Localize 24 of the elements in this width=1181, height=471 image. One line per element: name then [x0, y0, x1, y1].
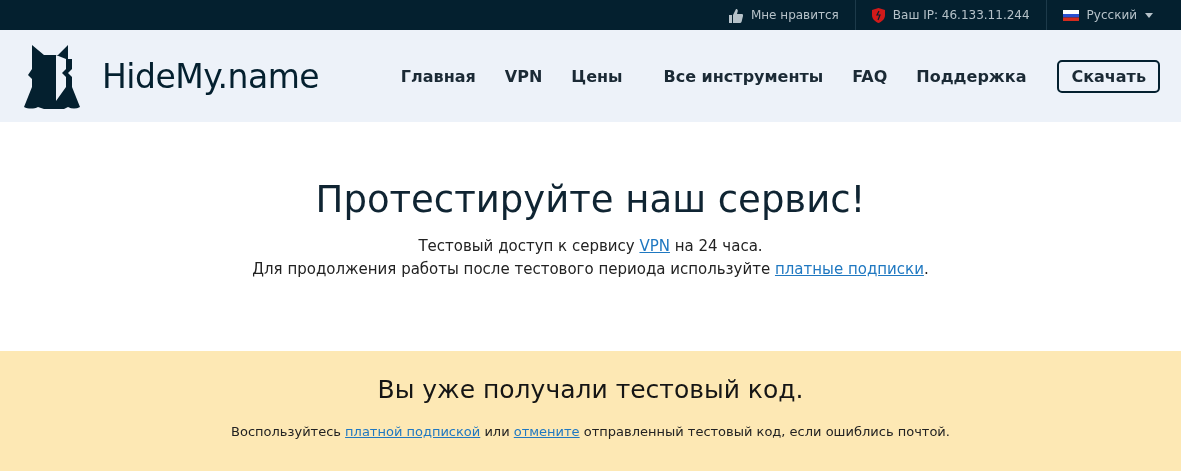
shield-icon: [871, 7, 885, 23]
notice-title: Вы уже получали тестовый код.: [377, 375, 804, 404]
nav-link[interactable]: VPN: [504, 66, 543, 86]
language-selector[interactable]: Русский: [1086, 8, 1137, 22]
nav-link[interactable]: Поддержка: [916, 66, 1027, 86]
page-title: Протестируйте наш сервис!: [315, 178, 866, 221]
flag-icon: [1062, 9, 1079, 21]
paragraph: Для продолжения работы после тестового периода используйте платные подписки.: [252, 258, 929, 280]
caret-icon: [1145, 12, 1153, 18]
download-button[interactable]: Скачать: [1057, 59, 1160, 93]
nav-link[interactable]: FAQ: [852, 66, 888, 86]
logo-text: HideMy.name: [102, 56, 320, 96]
text-link[interactable]: VPN: [639, 237, 670, 255]
nav-link[interactable]: Все инструменты: [663, 66, 824, 86]
nav-link[interactable]: Главная: [400, 66, 476, 86]
paragraph: Воспользуйтесь платной подпиской или отмените отправленный тестовый код, если ошиблись почтой.: [231, 423, 950, 441]
nav-link[interactable]: Цены: [571, 66, 623, 86]
text-link[interactable]: платной подпиской: [345, 424, 481, 439]
like-link[interactable]: Мне нравится: [750, 8, 839, 22]
paragraph: Тестовый доступ к сервису VPN на 24 часа.: [418, 236, 763, 257]
text-link[interactable]: отмените: [513, 424, 580, 439]
ip-address: Ваш IP: 46.133.11.244: [892, 8, 1030, 22]
thumbs-up-icon: [728, 7, 743, 23]
text-link[interactable]: платные подписки: [774, 259, 924, 278]
